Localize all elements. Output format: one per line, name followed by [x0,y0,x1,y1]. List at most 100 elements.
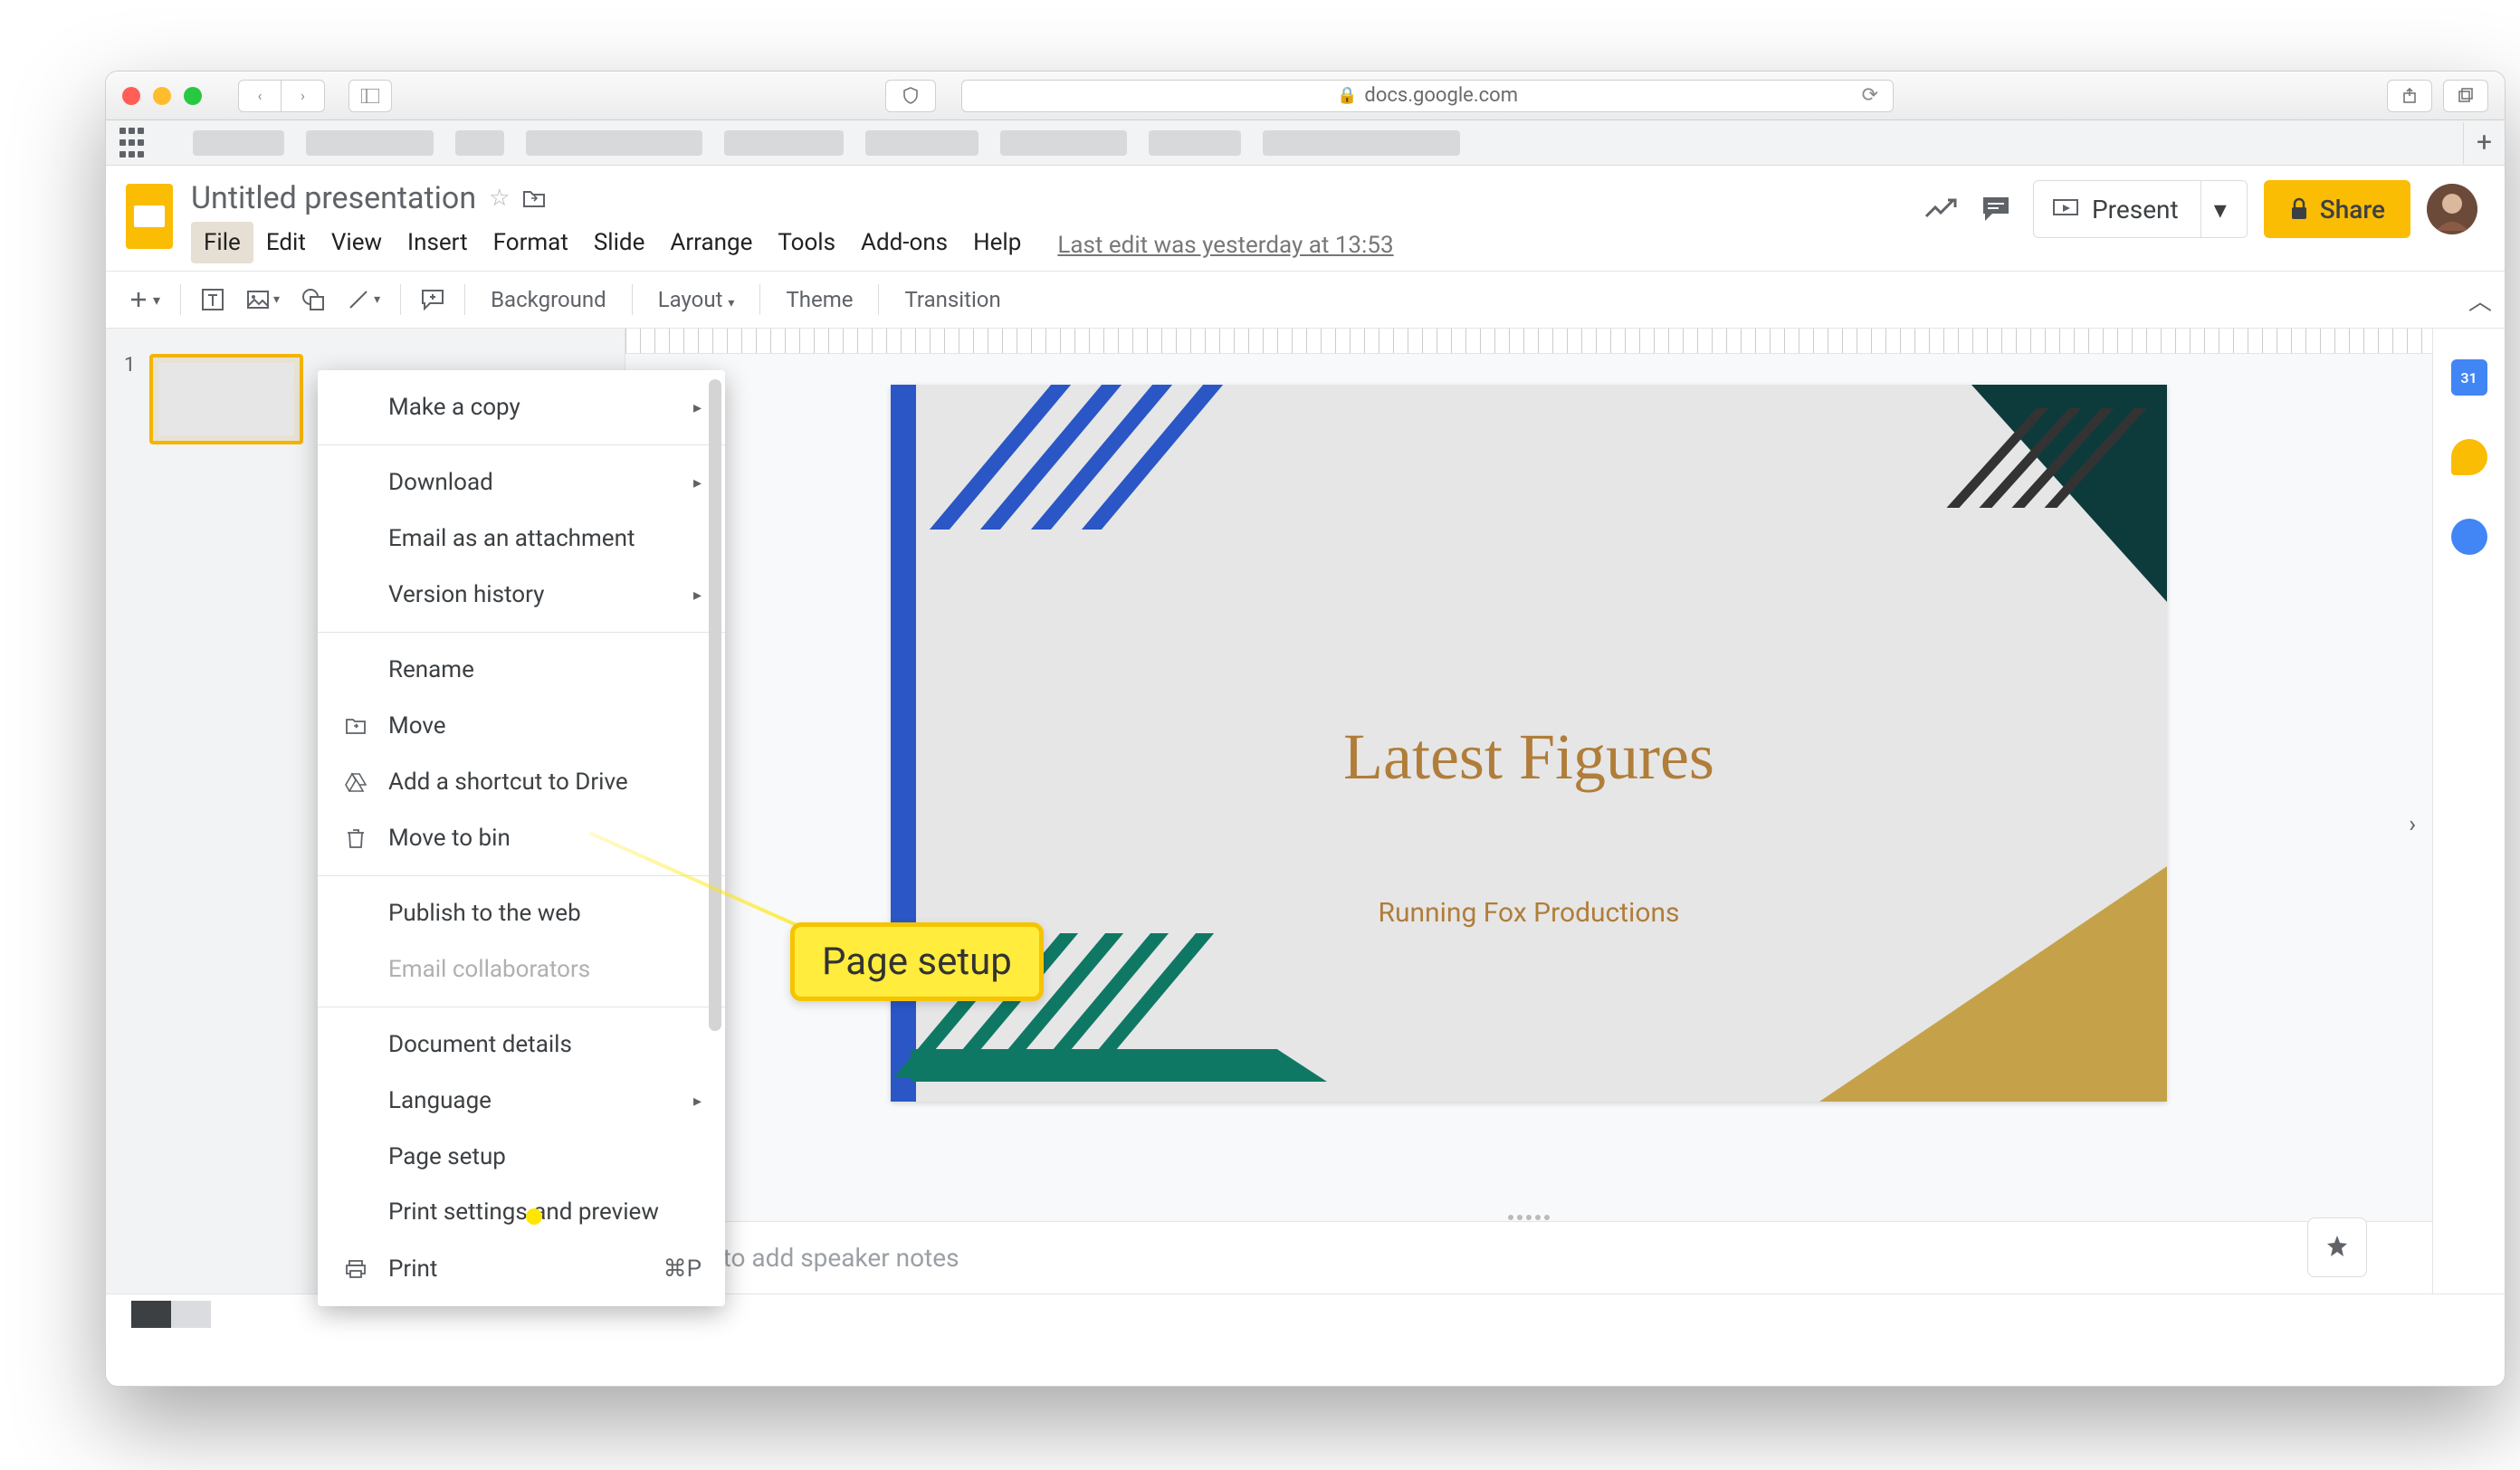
explore-button[interactable] [2307,1217,2367,1277]
browser-window: ‹ › 🔒 docs.google.com ⟳ [105,71,2506,1387]
transition-button[interactable]: Transition [890,280,1015,320]
share-button[interactable]: Share [2264,180,2410,238]
comments-icon[interactable] [1975,188,2017,230]
image-icon[interactable]: ▾ [237,282,289,317]
canvas-area: Latest Figures Running Fox Productions C… [625,329,2432,1293]
google-apps-icon[interactable] [115,127,148,159]
menu-edit[interactable]: Edit [253,222,319,263]
present-button[interactable]: Present ▾ [2033,180,2248,238]
slides-logo-icon[interactable] [122,180,177,253]
menu-arrange[interactable]: Arrange [657,222,765,263]
print-icon [341,1259,370,1279]
document-title[interactable]: Untitled presentation [191,180,476,216]
present-dropdown[interactable]: ▾ [2200,181,2239,237]
menu-publish-web[interactable]: Publish to the web [318,885,725,941]
menu-bar: File Edit View Insert Format Slide Arran… [191,222,1394,263]
layout-button[interactable]: Layout ▾ [644,280,749,320]
blurred-tabs [193,130,1460,156]
toolbar: ▾ ▾ ▾ Background Layout ▾ Theme Transiti… [106,271,2505,329]
callout-label: Page setup [790,922,1044,1001]
menu-email-collaborators: Email collaborators [318,941,725,998]
share-label: Share [2320,195,2385,224]
menu-insert[interactable]: Insert [395,222,481,263]
menu-download[interactable]: Download▸ [318,454,725,511]
tracker-shield-button[interactable] [885,80,936,112]
url-field[interactable]: 🔒 docs.google.com ⟳ [961,80,1894,112]
menu-language[interactable]: Language▸ [318,1073,725,1129]
drive-shortcut-icon [341,772,370,792]
theme-button[interactable]: Theme [771,280,867,320]
line-icon[interactable]: ▾ [338,281,389,319]
menu-scrollbar[interactable] [709,379,721,1031]
present-icon [2052,198,2079,220]
present-label: Present [2092,195,2179,224]
new-slide-button[interactable]: ▾ [119,282,169,318]
right-rail [2432,329,2505,1293]
side-panel-expand-icon[interactable]: › [2409,811,2416,838]
slide-title-text[interactable]: Latest Figures [891,720,2167,795]
account-avatar[interactable] [2427,184,2477,234]
background-button[interactable]: Background [476,280,621,320]
collapse-toolbar-icon[interactable]: ︿ [2468,283,2492,317]
sidebar-toggle-button[interactable] [348,80,392,112]
folder-move-icon [341,717,370,735]
menu-document-details[interactable]: Document details [318,1017,725,1073]
move-folder-icon[interactable] [522,188,546,208]
app-header: Untitled presentation ☆ File Edit View I… [106,166,2505,263]
back-button[interactable]: ‹ [238,80,282,112]
menu-tools[interactable]: Tools [765,222,848,263]
tabs-button[interactable] [2443,80,2488,112]
file-menu-dropdown: Make a copy▸ Download▸ Email as an attac… [318,370,725,1306]
horizontal-ruler [625,329,2432,354]
menu-add-shortcut[interactable]: Add a shortcut to Drive [318,754,725,810]
window-controls [122,87,202,105]
tasks-icon[interactable] [2451,519,2487,555]
menu-view[interactable]: View [319,222,395,263]
menu-print[interactable]: Print ⌘P [318,1241,725,1297]
menu-move-bin[interactable]: Move to bin [318,810,725,866]
speaker-notes[interactable]: Click to add speaker notes [625,1221,2432,1293]
mac-titlebar: ‹ › 🔒 docs.google.com ⟳ [106,72,2505,120]
menu-print-settings[interactable]: Print settings and preview [318,1185,725,1241]
menu-page-setup[interactable]: Page setup [318,1129,725,1185]
textbox-icon[interactable] [192,281,234,319]
menu-slide[interactable]: Slide [581,222,658,263]
trash-icon [341,827,370,849]
reload-icon[interactable]: ⟳ [1862,84,1878,107]
menu-file[interactable]: File [191,222,253,263]
menu-make-copy[interactable]: Make a copy▸ [318,379,725,435]
lock-icon: 🔒 [1337,86,1357,105]
fullscreen-window-icon[interactable] [184,87,202,105]
callout-dot [526,1208,542,1225]
last-edit-link[interactable]: Last edit was yesterday at 13:53 [1057,232,1393,259]
menu-rename[interactable]: Rename [318,642,725,698]
new-tab-button[interactable]: + [2463,122,2505,164]
minimize-window-icon[interactable] [153,87,171,105]
comment-add-icon[interactable] [412,282,453,318]
thumb-number: 1 [124,354,135,444]
menu-help[interactable]: Help [960,222,1034,263]
star-icon[interactable]: ☆ [489,185,510,212]
calendar-icon[interactable] [2451,359,2487,396]
slide-subtitle-text[interactable]: Running Fox Productions [891,897,2167,929]
slide-thumbnail[interactable] [149,354,303,444]
print-shortcut: ⌘P [663,1255,702,1283]
menu-format[interactable]: Format [481,222,581,263]
shape-icon[interactable] [292,281,334,319]
slide-canvas[interactable]: Latest Figures Running Fox Productions [891,385,2167,1102]
menu-addons[interactable]: Add-ons [848,222,960,263]
keep-icon[interactable] [2451,439,2487,475]
view-toggle[interactable] [131,1301,211,1328]
canvas-scroll[interactable]: Latest Figures Running Fox Productions [625,354,2432,1221]
menu-email-attachment[interactable]: Email as an attachment [318,511,725,567]
nav-back-forward: ‹ › [238,80,325,112]
menu-move[interactable]: Move [318,698,725,754]
forward-button[interactable]: › [282,80,325,112]
google-tabstrip: + [106,120,2505,166]
close-window-icon[interactable] [122,87,140,105]
menu-version-history[interactable]: Version history▸ [318,567,725,623]
lock-icon [2289,197,2309,221]
url-text: docs.google.com [1364,84,1518,107]
share-browser-button[interactable] [2387,80,2432,112]
activity-icon[interactable] [1923,191,1959,227]
